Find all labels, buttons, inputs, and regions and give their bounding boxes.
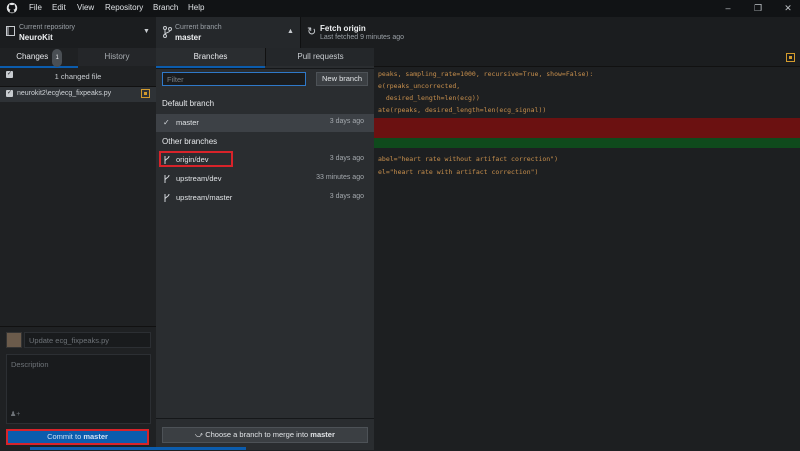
merge-branch-button[interactable]: ⤻ Choose a branch to merge into master (162, 427, 368, 443)
changed-file-row[interactable]: ✓ neurokit2\ecg\ecg_fixpeaks.py (0, 87, 156, 102)
tab-history[interactable]: History (78, 48, 156, 66)
tab-changes-label: Changes (16, 52, 49, 61)
add-coauthor-icon[interactable]: ♟+ (10, 410, 20, 418)
new-branch-label: New branch (321, 74, 363, 83)
diff-view: peaks, sampling_rate=1000, recursive=Tru… (374, 48, 800, 450)
chevron-up-icon: ▲ (287, 28, 294, 35)
file-checkbox[interactable]: ✓ (6, 90, 13, 97)
branch-icon (164, 155, 170, 164)
current-repository-button[interactable]: Current repository NeuroKit ▼ (0, 17, 157, 48)
close-icon[interactable]: ✕ (780, 2, 796, 14)
branch-time: 3 days ago (329, 193, 364, 200)
description-placeholder: Description (11, 360, 49, 369)
branch-row-master[interactable]: ✓ master 3 days ago (156, 114, 374, 132)
branch-name: master (175, 33, 202, 42)
deleted-line (374, 128, 800, 138)
summary-placeholder: Update ecg_fixpeaks.py (29, 336, 110, 345)
commit-branch: master (83, 432, 108, 441)
deleted-line (374, 118, 800, 128)
tab-pull-requests-label: Pull requests (297, 52, 344, 61)
code-line: desired_length=len(ecg)) (378, 94, 480, 102)
github-logo-icon (6, 2, 18, 14)
filter-placeholder: Filter (167, 75, 184, 84)
code-line: abel="heart rate without artifact correc… (378, 155, 559, 163)
added-line (374, 138, 800, 148)
commit-area: Update ecg_fixpeaks.py Description ♟+ Co… (0, 326, 156, 451)
code-line: e(rpeaks_uncorrected, (378, 82, 461, 90)
minimize-icon[interactable]: – (720, 2, 736, 14)
branch-dropdown: Branches Pull requests Filter New branch… (156, 48, 375, 450)
branch-icon (163, 26, 172, 38)
tab-history-label: History (104, 52, 130, 61)
tab-branches-label: Branches (193, 52, 228, 61)
filter-input[interactable]: Filter (162, 72, 306, 86)
branch-row-upstream-master[interactable]: upstream/master 3 days ago (156, 189, 374, 207)
branch-time: 3 days ago (329, 118, 364, 125)
other-branches-header: Other branches (162, 137, 218, 146)
menu-view[interactable]: View (77, 3, 94, 12)
branch-label: Current branch (175, 24, 222, 31)
merge-prefix: Choose a branch to merge into (205, 430, 311, 439)
summary-input[interactable]: Update ecg_fixpeaks.py (24, 332, 151, 348)
new-branch-button[interactable]: New branch (316, 72, 368, 86)
sync-icon: ↻ (307, 26, 317, 38)
chevron-down-icon: ▼ (143, 28, 150, 35)
changes-count-badge: 1 (52, 49, 62, 67)
modified-icon (786, 53, 795, 62)
merge-icon: ⤻ (195, 430, 206, 439)
branch-time: 33 minutes ago (316, 174, 364, 181)
branch-time: 3 days ago (329, 155, 364, 162)
modified-icon (141, 89, 150, 98)
changed-files-count: 1 changed file (54, 72, 102, 81)
changed-file-path: neurokit2\ecg\ecg_fixpeaks.py (17, 90, 112, 97)
code-line: ate(rpeaks, desired_length=len(ecg_signa… (378, 106, 547, 114)
default-branch-header: Default branch (162, 99, 215, 108)
toolbar: Current repository NeuroKit ▼ Current br… (0, 17, 800, 49)
changes-panel: Changes 1 History ✓ 1 changed file ✓ neu… (0, 48, 157, 451)
restore-icon[interactable]: ❐ (750, 2, 766, 14)
branch-icon (164, 193, 170, 202)
branch-name: origin/dev (176, 155, 209, 164)
menu-edit[interactable]: Edit (52, 3, 66, 12)
tab-changes[interactable]: Changes 1 (0, 48, 78, 68)
branch-name: upstream/master (176, 193, 233, 202)
menu-repository[interactable]: Repository (105, 3, 143, 12)
tab-pull-requests[interactable]: Pull requests (265, 48, 375, 66)
menu-branch[interactable]: Branch (153, 3, 178, 12)
title-bar: File Edit View Repository Branch Help – … (0, 0, 800, 17)
tabs-divider (156, 68, 374, 69)
check-icon: ✓ (163, 118, 170, 127)
fetch-subtitle: Last fetched 9 minutes ago (320, 34, 405, 41)
fetch-origin-button[interactable]: ↻ Fetch origin Last fetched 9 minutes ag… (300, 17, 440, 48)
branch-row-origin-dev[interactable]: origin/dev 3 days ago (156, 151, 374, 169)
footer-divider (156, 418, 374, 419)
repo-icon (6, 26, 15, 36)
merge-branch: master (310, 430, 335, 439)
tab-branches[interactable]: Branches (156, 48, 265, 68)
branch-name: master (176, 118, 199, 127)
fetch-title: Fetch origin (320, 24, 366, 33)
code-line: el="heart rate with artifact correction"… (378, 168, 539, 176)
repo-name: NeuroKit (19, 33, 53, 42)
description-textarea[interactable]: Description ♟+ (6, 354, 151, 424)
current-branch-button[interactable]: Current branch master ▲ (156, 17, 301, 48)
diff-header (374, 48, 800, 67)
branch-name: upstream/dev (176, 174, 222, 183)
branch-icon (164, 174, 170, 183)
code-line: peaks, sampling_rate=1000, recursive=Tru… (378, 70, 594, 78)
menu-help[interactable]: Help (188, 3, 204, 12)
commit-button[interactable]: Commit to master (6, 429, 149, 445)
branch-row-upstream-dev[interactable]: upstream/dev 33 minutes ago (156, 170, 374, 188)
repo-label: Current repository (19, 24, 76, 31)
menu-file[interactable]: File (29, 3, 42, 12)
avatar (6, 332, 22, 348)
commit-prefix: Commit to (47, 432, 84, 441)
changed-files-header: ✓ 1 changed file (0, 68, 156, 87)
